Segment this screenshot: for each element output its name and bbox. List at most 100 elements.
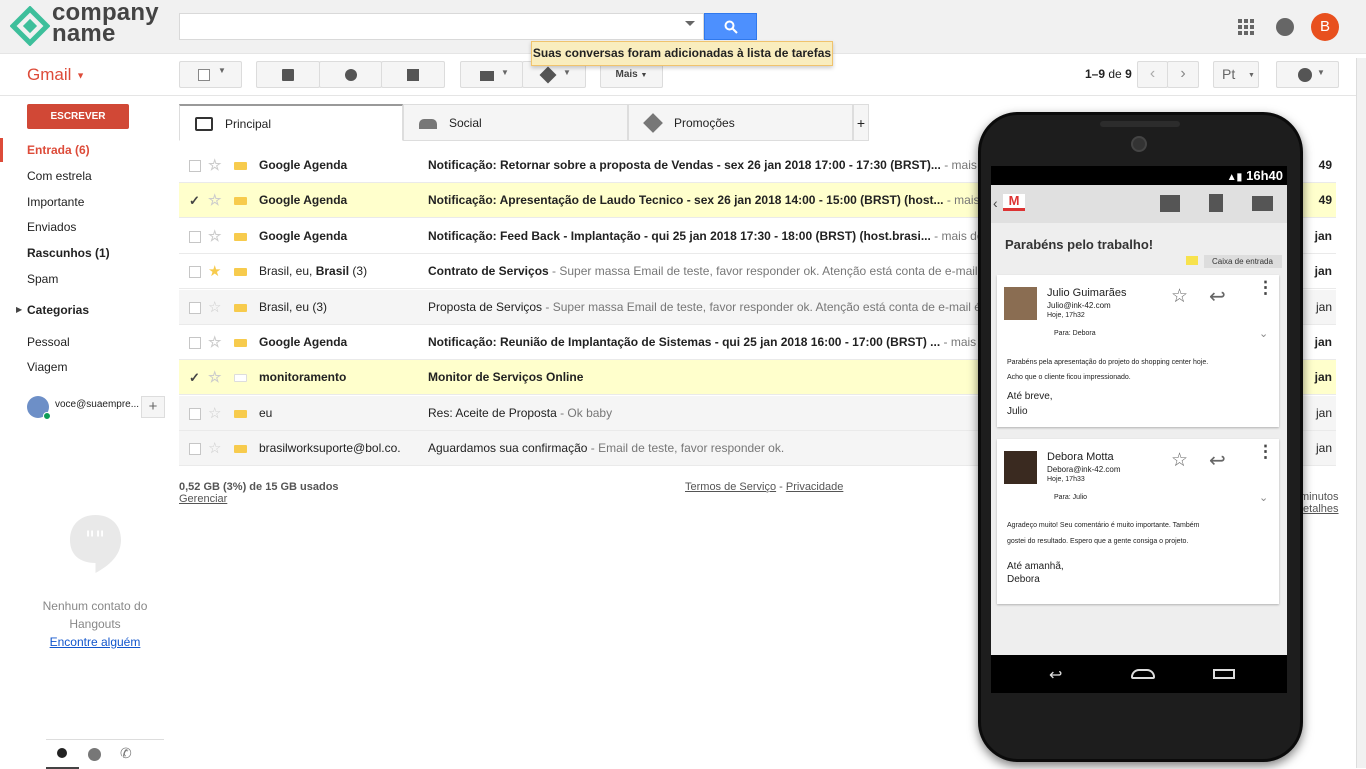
star-icon[interactable]: ☆ — [208, 183, 221, 217]
sidebar-item-starred[interactable]: Com estrela — [27, 169, 92, 183]
row-checkbox-checked[interactable]: ✓ — [189, 194, 201, 207]
categories-expand-icon[interactable]: ▶ — [16, 305, 22, 314]
sidebar-item-sent[interactable]: Enviados — [27, 220, 76, 234]
row-checkbox[interactable] — [189, 231, 201, 243]
row-checkbox[interactable] — [189, 266, 201, 278]
gmail-app-menu[interactable]: Gmail ▼ — [27, 65, 85, 85]
importance-marker-icon[interactable] — [234, 268, 247, 276]
terms-link[interactable]: Termos de Serviço — [685, 481, 776, 493]
expand-chevron-icon[interactable]: ⌄ — [1259, 491, 1268, 504]
back-chevron-icon[interactable]: ‹ — [993, 195, 998, 211]
message-signoff: Até breve, — [1007, 391, 1053, 402]
reply-icon[interactable]: ↩ — [1209, 284, 1226, 309]
nav-back-icon[interactable]: ↩ — [1049, 665, 1062, 685]
phone-call-icon[interactable]: ✆ — [120, 745, 132, 762]
people-icon — [419, 119, 437, 129]
sidebar-item-travel[interactable]: Viagem — [27, 360, 67, 374]
nav-recents-icon[interactable] — [1213, 669, 1235, 679]
delete-button[interactable] — [381, 61, 445, 88]
activity-details-link[interactable]: etalhes — [1300, 503, 1338, 515]
apps-grid-icon[interactable] — [1238, 19, 1254, 35]
importance-marker-icon[interactable] — [234, 410, 247, 418]
mark-unread-icon[interactable] — [1252, 196, 1273, 211]
contacts-tab[interactable] — [46, 740, 79, 769]
sidebar-item-important[interactable]: Importante — [27, 195, 84, 209]
search-input[interactable] — [179, 13, 704, 40]
importance-marker-icon[interactable] — [234, 374, 247, 382]
find-someone-link[interactable]: Encontre alguém — [0, 633, 190, 651]
logo-line-2: name — [52, 20, 116, 47]
older-page-button[interactable]: › — [1167, 61, 1199, 88]
message-body-line-1: Agradeço muito! Seu comentário é muito i… — [1007, 522, 1200, 529]
row-checkbox[interactable] — [189, 160, 201, 172]
star-icon[interactable]: ☆ — [208, 219, 221, 253]
message-card[interactable]: Debora Motta Debora@ink-42.com Hoje, 17h… — [997, 439, 1279, 604]
more-vert-icon[interactable]: ⋮ — [1257, 279, 1274, 296]
archive-button[interactable] — [256, 61, 320, 88]
row-checkbox[interactable] — [189, 443, 201, 455]
row-checkbox[interactable] — [189, 302, 201, 314]
hangouts-user-row[interactable]: voce@suaempre... + — [27, 396, 165, 422]
row-checkbox[interactable] — [189, 408, 201, 420]
newer-page-button[interactable]: ‹ — [1137, 61, 1168, 88]
trash-icon[interactable] — [1209, 194, 1223, 212]
report-spam-button[interactable] — [319, 61, 382, 88]
hangouts-chat-icon[interactable] — [88, 748, 101, 761]
move-to-button[interactable]: ▼ — [460, 61, 523, 88]
manage-storage-link[interactable]: Gerenciar — [179, 493, 339, 505]
settings-button[interactable]: ▼ — [1276, 61, 1339, 88]
sidebar-item-categories[interactable]: Categorias — [27, 303, 89, 317]
message-recipient: Para: Julio — [1054, 494, 1088, 501]
add-tab-button[interactable]: + — [853, 104, 869, 141]
star-icon[interactable]: ☆ — [208, 325, 221, 359]
hangouts-user-name: voce@suaempre... — [55, 399, 140, 410]
compose-button[interactable]: ESCREVER — [27, 104, 129, 129]
more-vert-icon[interactable]: ⋮ — [1257, 443, 1274, 460]
star-icon[interactable]: ☆ — [1171, 449, 1188, 472]
reply-icon[interactable]: ↩ — [1209, 448, 1226, 473]
star-icon[interactable]: ☆ — [1171, 285, 1188, 308]
search-button[interactable] — [704, 13, 757, 40]
star-icon[interactable]: ☆ — [208, 431, 221, 465]
importance-marker-icon[interactable] — [234, 339, 247, 347]
select-checkbox-button[interactable]: ▼ — [179, 61, 242, 88]
sidebar-item-inbox[interactable]: Entrada (6) — [27, 143, 90, 157]
message-card[interactable]: Julio Guimarães Julio@ink-42.com Hoje, 1… — [997, 275, 1279, 427]
tab-promocoes[interactable]: Promoções — [628, 104, 853, 141]
importance-marker-icon[interactable] — [234, 233, 247, 241]
row-checkbox-checked[interactable]: ✓ — [189, 371, 201, 384]
expand-chevron-icon[interactable]: ⌄ — [1259, 327, 1268, 340]
sidebar-item-drafts[interactable]: Rascunhos (1) — [27, 246, 110, 260]
email-subject: Proposta de Serviços — [428, 300, 543, 314]
add-contact-button[interactable]: + — [141, 396, 165, 418]
star-icon[interactable]: ☆ — [208, 148, 221, 182]
svg-text:": " — [85, 528, 95, 553]
active-nav-indicator — [0, 138, 3, 162]
importance-marker-icon[interactable] — [234, 445, 247, 453]
sidebar-item-spam[interactable]: Spam — [27, 272, 58, 286]
privacy-link[interactable]: Privacidade — [786, 481, 843, 493]
star-icon[interactable]: ☆ — [208, 396, 221, 430]
star-filled-icon[interactable]: ★ — [208, 254, 221, 288]
input-language-button[interactable]: Pt ▼ — [1213, 61, 1259, 88]
tag-icon — [643, 113, 663, 133]
scrollbar[interactable] — [1356, 58, 1366, 768]
archive-icon[interactable] — [1160, 195, 1180, 212]
email-sender-part: Brasil, eu, — [259, 264, 316, 278]
tab-principal[interactable]: Principal — [179, 104, 403, 141]
row-checkbox[interactable] — [189, 337, 201, 349]
inbox-label-chip[interactable]: Caixa de entrada — [1204, 255, 1282, 268]
star-icon[interactable]: ☆ — [208, 360, 221, 394]
sidebar-item-personal[interactable]: Pessoal — [27, 335, 70, 349]
importance-marker-icon[interactable] — [234, 197, 247, 205]
star-icon[interactable]: ☆ — [208, 290, 221, 324]
notifications-bell-icon[interactable] — [1276, 18, 1294, 36]
search-options-chevron-icon[interactable] — [685, 21, 695, 26]
account-avatar[interactable]: B — [1311, 13, 1339, 41]
sender-photo — [1004, 287, 1037, 320]
importance-marker-icon[interactable] — [234, 162, 247, 170]
tab-social[interactable]: Social — [403, 104, 628, 141]
importance-marker-icon[interactable] — [234, 304, 247, 312]
nav-home-icon[interactable] — [1131, 669, 1155, 679]
email-subject: Monitor de Serviços Online — [428, 370, 584, 384]
